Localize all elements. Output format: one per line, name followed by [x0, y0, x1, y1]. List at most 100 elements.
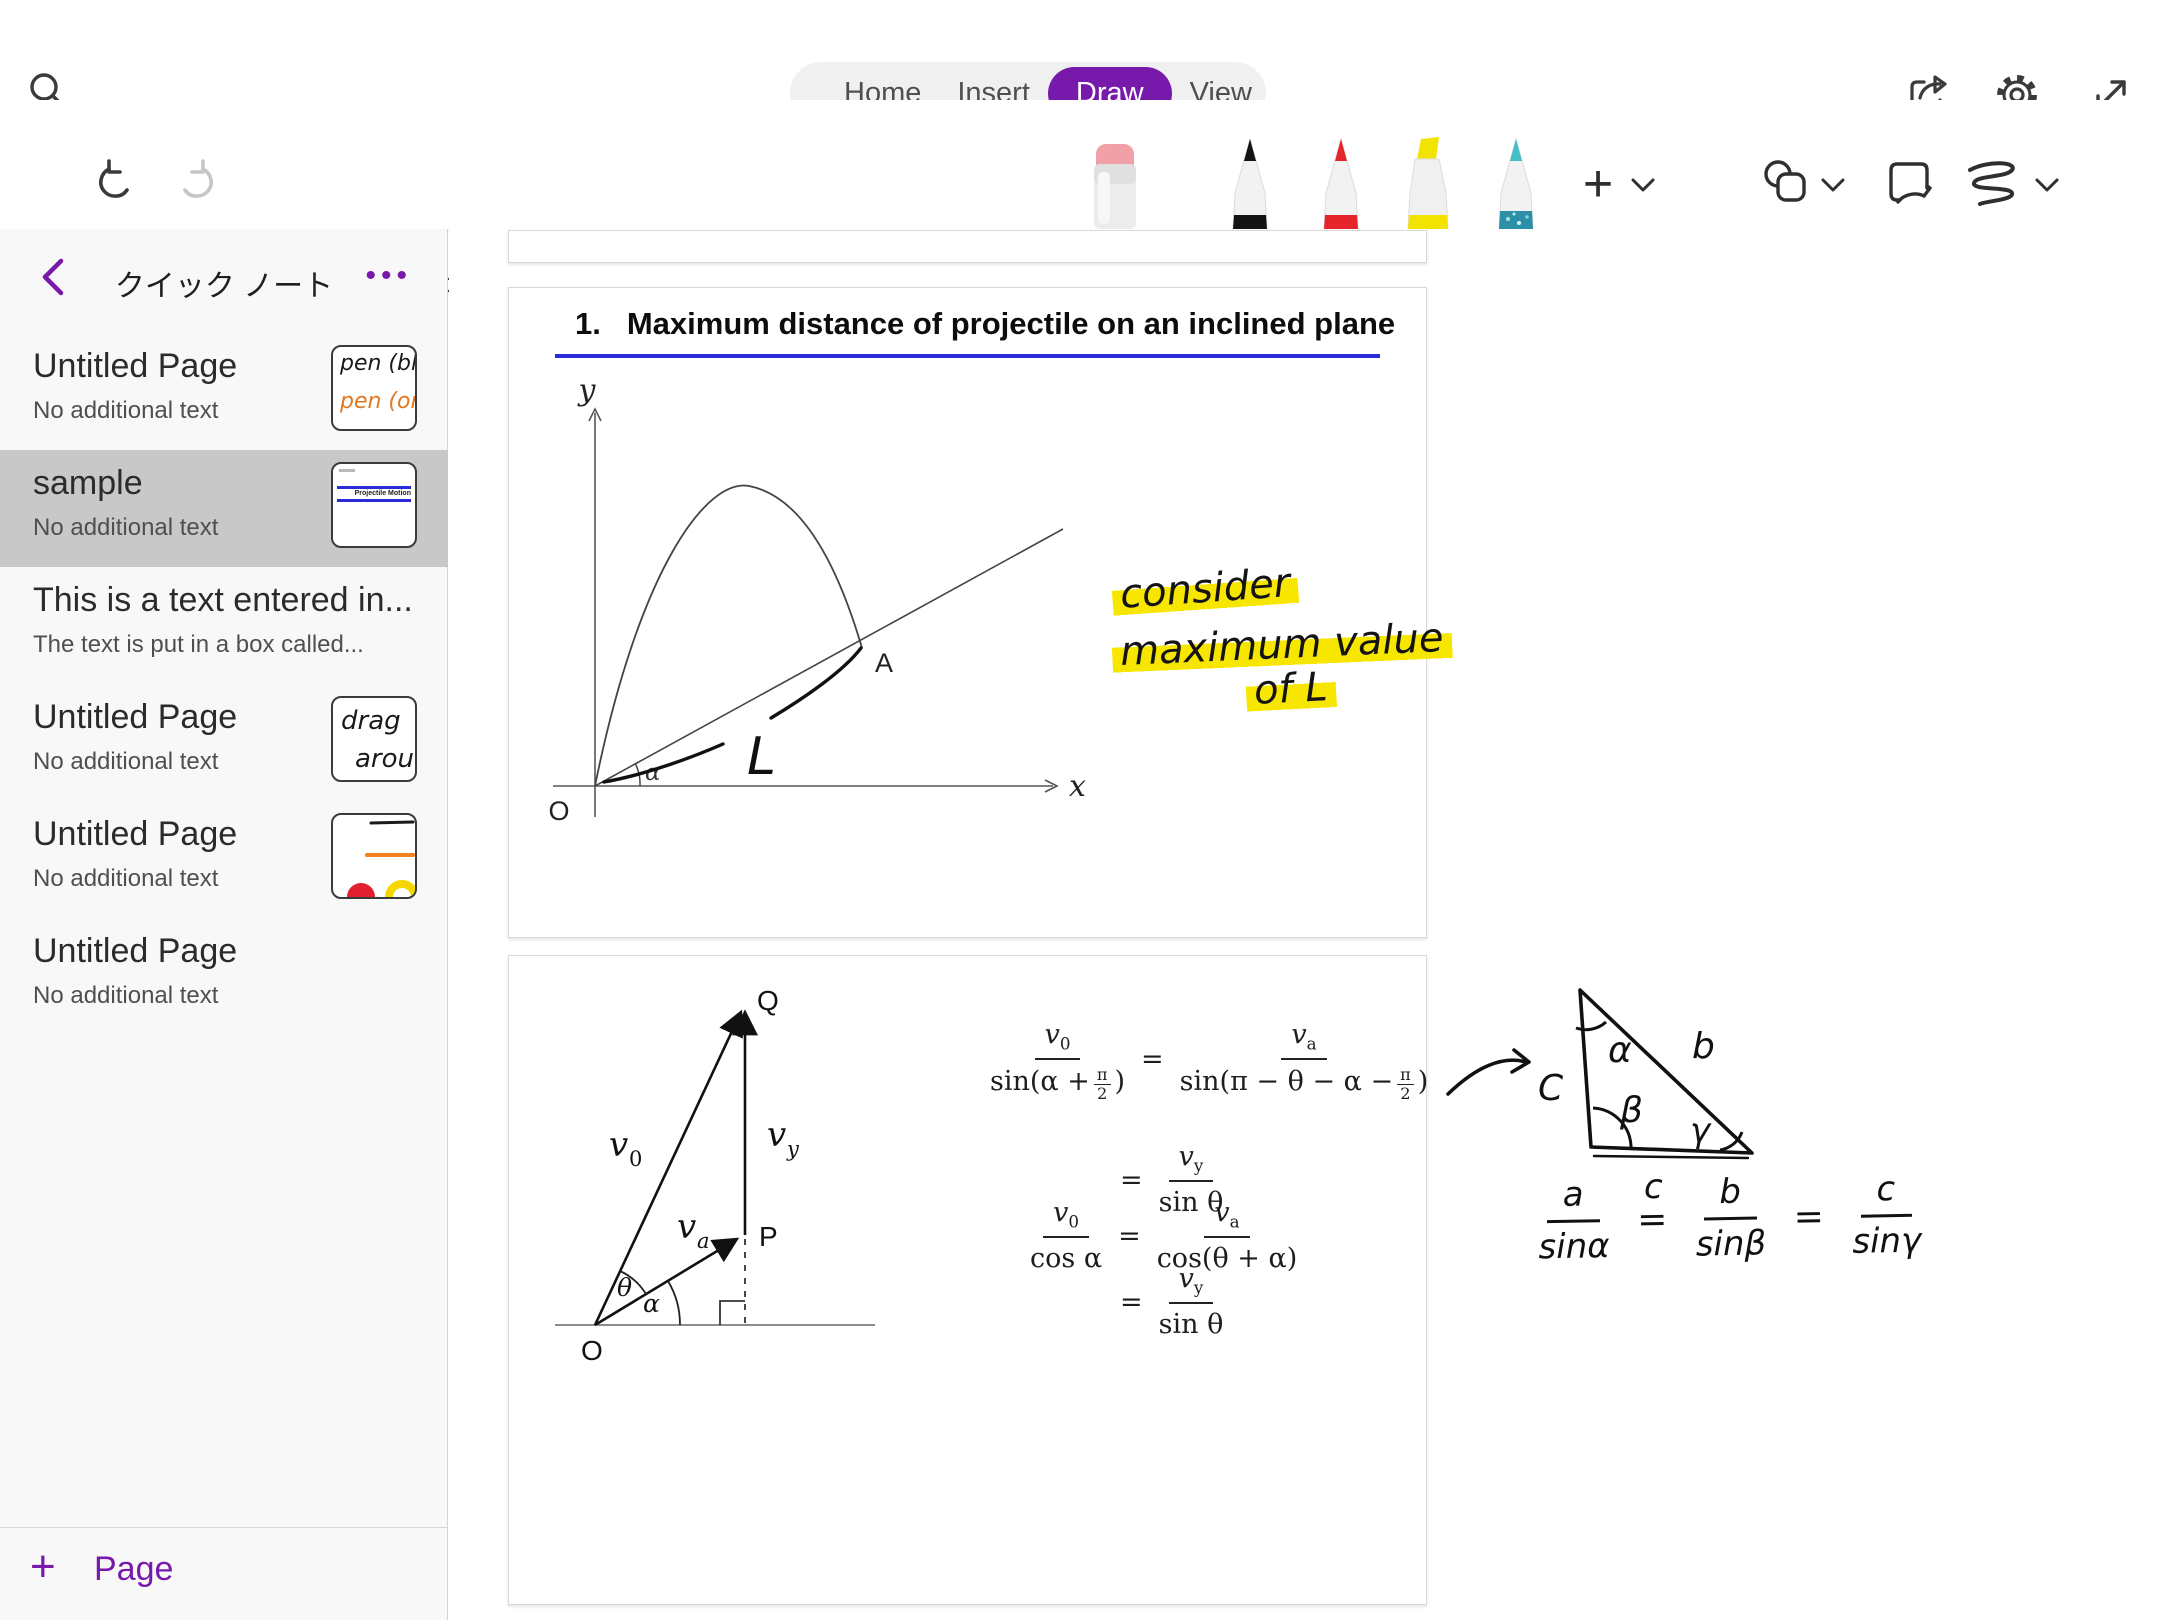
chevron-down-icon — [1820, 177, 1846, 193]
page-thumbnail: drag arou — [331, 696, 417, 782]
plus-icon: + — [30, 1542, 56, 1592]
add-pen-chevron[interactable] — [1626, 170, 1660, 200]
section-number: 1. — [575, 306, 601, 342]
page-item-5[interactable]: Untitled Page No additional text — [0, 801, 448, 918]
red-pen-icon — [1317, 135, 1365, 229]
page-subtitle: No additional text — [33, 397, 218, 425]
page-title: Untitled Page — [33, 347, 237, 386]
add-pen-button[interactable]: + — [1572, 158, 1624, 210]
page-title: sample — [33, 464, 143, 503]
eraser-tool[interactable] — [1088, 142, 1142, 229]
redo-button[interactable] — [168, 156, 220, 208]
redo-icon — [171, 159, 217, 205]
fraction: a sinα — [1537, 1174, 1610, 1268]
shapes-chevron[interactable] — [1816, 170, 1850, 200]
ink-annotation-line3: of L — [1245, 664, 1337, 715]
equals-sign: = — [1118, 1221, 1141, 1252]
vy-sub: y — [786, 1137, 800, 1161]
equation-1: v0 sin(α +π2) = va sin(π − θ − α −π2) — [990, 1018, 1428, 1101]
page-title: Untitled Page — [33, 932, 237, 971]
black-pen-tool[interactable] — [1226, 135, 1274, 229]
page-with-pen-icon — [1886, 158, 1936, 208]
chevron-down-icon — [2034, 177, 2060, 193]
thumb-ink-black: pen (bl — [340, 351, 417, 376]
page-subtitle: The text is put in a box called... — [33, 631, 364, 659]
plus-icon: + — [1583, 162, 1613, 206]
yellow-highlighter-tool[interactable] — [1399, 135, 1457, 229]
theta-angle-label: θ — [617, 1273, 632, 1302]
teal-pen-tool[interactable] — [1492, 135, 1540, 229]
note-container-1[interactable]: 1. Maximum distance of projectile on an … — [508, 287, 1427, 938]
equals-sign: = — [1793, 1196, 1824, 1238]
thumb-ink: drag — [341, 706, 401, 736]
section-menu-button[interactable]: ••• — [365, 259, 412, 293]
equals-sign: = — [1141, 1044, 1164, 1075]
equals-sign: = — [1120, 1287, 1143, 1318]
y-axis-label: y — [577, 373, 597, 408]
triangle-left-side-label: C — [1538, 1068, 1564, 1109]
page-thumbnail — [331, 813, 417, 899]
title-underline — [555, 354, 1380, 358]
page-thumbnail: Projectile Motion — [331, 462, 417, 548]
point-A-label: A — [875, 648, 893, 678]
chevron-down-icon — [1630, 177, 1656, 193]
triangle-gamma-label: γ — [1690, 1111, 1712, 1151]
point-Q-label: Q — [757, 985, 779, 1016]
undo-button[interactable] — [92, 156, 144, 208]
fraction: vy sin θ — [1159, 1262, 1224, 1342]
ink-to-shape-button[interactable] — [1884, 156, 1938, 210]
fraction: v0 cos α — [1030, 1196, 1102, 1276]
add-page-label: Page — [94, 1550, 173, 1589]
ink-sine-rule: a sinα = b sinβ = c sinγ — [1537, 1169, 1921, 1268]
triangle-alpha-label: α — [1608, 1030, 1632, 1071]
top-bar: Home Insert Draw View — [0, 0, 2160, 100]
origin-label: O — [581, 1335, 603, 1366]
v0-vector-label: v — [609, 1125, 628, 1165]
page-item-1[interactable]: Untitled Page No additional text pen (bl… — [0, 333, 448, 450]
yellow-highlighter-icon — [1399, 135, 1457, 229]
x-axis-label: x — [1069, 769, 1086, 804]
ink-stroke-button[interactable] — [1964, 158, 2026, 210]
length-L-label: L — [747, 727, 776, 787]
fraction: b sinβ — [1694, 1171, 1766, 1265]
page-title: Untitled Page — [33, 698, 237, 737]
page-subtitle: No additional text — [33, 982, 218, 1010]
section-title: 1. Maximum distance of projectile on an … — [575, 306, 1395, 342]
triangle-right-side-label: b — [1692, 1026, 1715, 1067]
page-thumbnail: pen (bl pen (or — [331, 345, 417, 431]
ink-stroke-chevron[interactable] — [2030, 170, 2064, 200]
fraction: c sinγ — [1851, 1169, 1921, 1263]
point-P-label: P — [759, 1221, 778, 1252]
equals-sign: = — [1637, 1199, 1668, 1241]
page-title: This is a text entered in... — [33, 581, 413, 620]
thumb-ink-drawing — [333, 815, 415, 897]
thumb-ink: arou — [355, 744, 414, 774]
v0-sub: 0 — [629, 1147, 642, 1171]
triangle-beta-label: β — [1619, 1090, 1643, 1131]
fraction: v0 sin(α +π2) — [990, 1018, 1125, 1101]
add-page-button[interactable]: + Page — [0, 1527, 448, 1621]
page-item-6[interactable]: Untitled Page No additional text — [0, 918, 448, 1035]
equation-4: = vy sin θ — [1120, 1262, 1223, 1342]
thumb-label: Projectile Motion — [355, 490, 411, 497]
page-item-3[interactable]: This is a text entered in... The text is… — [0, 567, 448, 684]
red-pen-tool[interactable] — [1317, 135, 1365, 229]
va-vector-label: v — [677, 1207, 696, 1247]
page-subtitle: No additional text — [33, 748, 218, 776]
page-item-4[interactable]: Untitled Page No additional text drag ar… — [0, 684, 448, 801]
vy-vector-label: v — [767, 1115, 786, 1155]
teal-pen-icon — [1492, 135, 1540, 229]
alpha-angle-label: α — [643, 1289, 660, 1318]
draw-ribbon: T Text Mode Lasso Select Insert Space — [0, 100, 2160, 230]
equals-sign: = — [1120, 1165, 1143, 1196]
page-list-sidebar: クイック ノート ••• Untitled Page No additional… — [0, 229, 448, 1620]
page-title: Untitled Page — [33, 815, 237, 854]
eraser-icon — [1088, 142, 1142, 229]
thumb-ink-orange: pen (or — [340, 389, 417, 414]
shapes-button[interactable] — [1758, 154, 1814, 210]
shapes-icon — [1760, 156, 1812, 208]
origin-label: O — [548, 796, 569, 826]
sidebar-header: クイック ノート ••• — [0, 251, 448, 321]
page-item-2-selected[interactable]: sample No additional text Projectile Mot… — [0, 450, 448, 567]
note-container-partial — [508, 230, 1427, 263]
